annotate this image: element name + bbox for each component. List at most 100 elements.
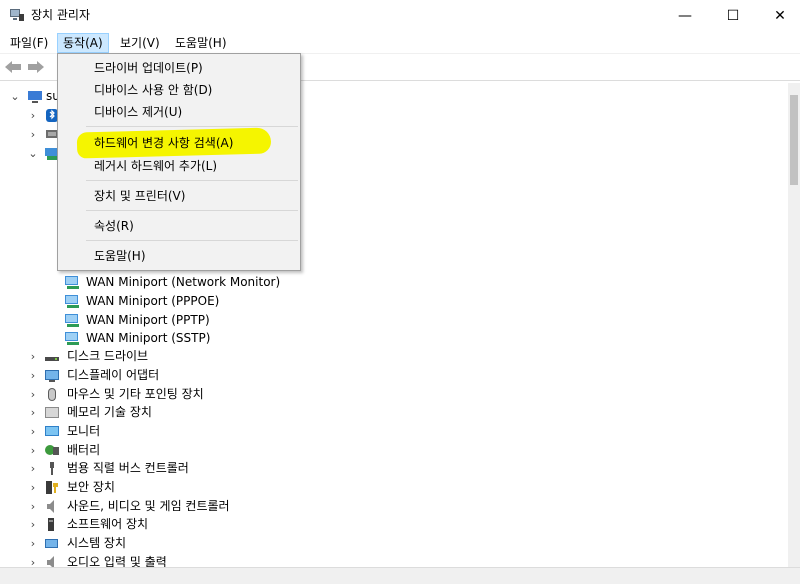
menu-item-properties[interactable]: 속성(R) [59, 215, 299, 237]
tree-row-label: 디스크 드라이브 [67, 349, 149, 363]
scrollbar-thumb[interactable] [790, 95, 798, 185]
tree-row-wan-pppoe[interactable]: WAN Miniport (PPPOE) [64, 292, 364, 311]
forward-arrow-icon[interactable] [27, 59, 45, 75]
tree-row-label: 범용 직렬 버스 컨트롤러 [67, 461, 189, 475]
chevron-right-icon[interactable]: › [28, 366, 38, 385]
tree-row-label: 보안 장치 [67, 480, 115, 494]
tree-row-disk-drives[interactable]: › 디스크 드라이브 [0, 347, 400, 366]
chevron-right-icon[interactable]: › [28, 125, 38, 144]
tree-row-label: 시스템 장치 [67, 536, 127, 550]
menu-item-update-driver[interactable]: 드라이버 업데이트(P) [59, 57, 299, 79]
chevron-right-icon[interactable]: › [28, 515, 38, 534]
tree-row-label: 사운드, 비디오 및 게임 컨트롤러 [67, 499, 230, 513]
tree-row-batteries[interactable]: › 배터리 [0, 441, 400, 460]
menu-item-add-legacy-hardware[interactable]: 레거시 하드웨어 추가(L) [59, 155, 299, 177]
menu-item-disable-device[interactable]: 디바이스 사용 안 함(D) [59, 79, 299, 101]
speaker-icon [47, 500, 54, 513]
tree-row-system-devices[interactable]: › 시스템 장치 [0, 534, 400, 553]
action-dropdown-menu: 드라이버 업데이트(P) 디바이스 사용 안 함(D) 디바이스 제거(U) 하… [57, 53, 301, 271]
chevron-right-icon[interactable]: › [28, 441, 38, 460]
software-device-icon [48, 518, 54, 531]
vertical-scrollbar[interactable] [788, 83, 800, 567]
system-device-icon [45, 539, 58, 548]
tree-row-label: 오디오 입력 및 출력 [67, 555, 167, 567]
scan-hardware-label: 하드웨어 변경 사항 검색(A) [94, 136, 234, 150]
tree-row-label: WAN Miniport (Network Monitor) [86, 275, 281, 289]
menu-file[interactable]: 파일(F) [5, 33, 53, 53]
chevron-down-icon[interactable]: ⌄ [10, 87, 20, 106]
tree-row-label: WAN Miniport (SSTP) [86, 331, 211, 345]
maximize-button[interactable]: ☐ [710, 0, 756, 31]
tree-row-display-adapters[interactable]: › 디스플레이 어댑터 [0, 366, 400, 385]
close-icon: ✕ [774, 7, 786, 24]
tree-row-wan-pptp[interactable]: WAN Miniport (PPTP) [64, 311, 364, 330]
chevron-right-icon[interactable]: › [28, 385, 38, 404]
chevron-right-icon[interactable]: › [28, 403, 38, 422]
tree-row-label: 소프트웨어 장치 [67, 517, 149, 531]
usb-icon [50, 462, 54, 475]
monitor-icon [45, 426, 59, 436]
window-title: 장치 관리자 [31, 8, 91, 22]
tree-row-memory-tech[interactable]: › 메모리 기술 장치 [0, 403, 400, 422]
tree-row-bluetooth[interactable]: › [0, 106, 60, 125]
tree-row-label: 디스플레이 어댑터 [67, 368, 160, 382]
tree-row-label: WAN Miniport (PPTP) [86, 313, 210, 327]
tree-row-label: 모니터 [67, 424, 101, 438]
tree-row-wan-sstp[interactable]: WAN Miniport (SSTP) [64, 329, 364, 348]
menu-item-help[interactable]: 도움말(H) [59, 245, 299, 267]
computer-icon [28, 91, 42, 103]
tree-row-label: 메모리 기술 장치 [67, 405, 152, 419]
chevron-right-icon[interactable]: › [28, 478, 38, 497]
audio-io-icon [47, 556, 54, 567]
chevron-right-icon[interactable]: › [28, 534, 38, 553]
status-bar [0, 567, 800, 584]
chevron-right-icon[interactable]: › [28, 347, 38, 366]
menu-separator [86, 210, 298, 211]
menu-separator [86, 126, 298, 127]
menu-separator [86, 180, 298, 181]
network-adapter-icon [65, 276, 79, 289]
chevron-down-icon[interactable]: ⌄ [28, 144, 38, 163]
tree-row-sound-video[interactable]: › 사운드, 비디오 및 게임 컨트롤러 [0, 497, 400, 516]
chevron-right-icon[interactable]: › [28, 459, 38, 478]
menu-separator [86, 240, 298, 241]
chevron-right-icon[interactable]: › [28, 497, 38, 516]
display-adapter-icon [45, 370, 59, 382]
menu-help[interactable]: 도움말(H) [170, 33, 232, 53]
tree-row-software-devices[interactable]: › 소프트웨어 장치 [0, 515, 400, 534]
disk-drive-icon [45, 357, 59, 361]
menu-bar: 파일(F) 동작(A) 보기(V) 도움말(H) [0, 31, 800, 53]
menu-item-scan-hardware-changes[interactable]: 하드웨어 변경 사항 검색(A) [59, 127, 299, 159]
network-adapter-icon [65, 314, 79, 327]
tree-row-network-adapters[interactable]: ⌄ [0, 144, 60, 163]
back-arrow-icon[interactable] [4, 59, 22, 75]
device-manager-icon [10, 9, 24, 21]
menu-view[interactable]: 보기(V) [115, 33, 165, 53]
battery-icon [45, 445, 59, 455]
tree-row-label: WAN Miniport (PPPOE) [86, 294, 220, 308]
title-bar: 장치 관리자 — ☐ ✕ [0, 0, 800, 31]
menu-action[interactable]: 동작(A) [57, 33, 109, 53]
tree-row-mice[interactable]: › 마우스 및 기타 포인팅 장치 [0, 385, 400, 404]
tree-row-audio-io[interactable]: › 오디오 입력 및 출력 [0, 553, 400, 567]
mouse-icon [48, 388, 56, 401]
tree-row-network-partial[interactable]: › [0, 125, 60, 144]
chevron-right-icon[interactable]: › [28, 106, 38, 125]
network-adapter-icon [65, 332, 79, 345]
minimize-button[interactable]: — [662, 0, 708, 31]
tree-row-label: 마우스 및 기타 포인팅 장치 [67, 387, 204, 401]
close-button[interactable]: ✕ [757, 0, 800, 31]
security-device-icon [46, 481, 58, 494]
minimize-icon: — [678, 7, 692, 24]
tree-row-usb-controllers[interactable]: › 범용 직렬 버스 컨트롤러 [0, 459, 400, 478]
memory-device-icon [45, 407, 59, 418]
chevron-right-icon[interactable]: › [28, 422, 38, 441]
menu-item-uninstall-device[interactable]: 디바이스 제거(U) [59, 101, 299, 123]
tree-row-security-devices[interactable]: › 보안 장치 [0, 478, 400, 497]
menu-item-devices-and-printers[interactable]: 장치 및 프린터(V) [59, 185, 299, 207]
tree-row-label: 배터리 [67, 443, 101, 457]
maximize-icon: ☐ [726, 7, 740, 24]
tree-row-monitors[interactable]: › 모니터 [0, 422, 400, 441]
chevron-right-icon[interactable]: › [28, 553, 38, 567]
tree-row-wan-network-monitor[interactable]: WAN Miniport (Network Monitor) [64, 273, 364, 292]
